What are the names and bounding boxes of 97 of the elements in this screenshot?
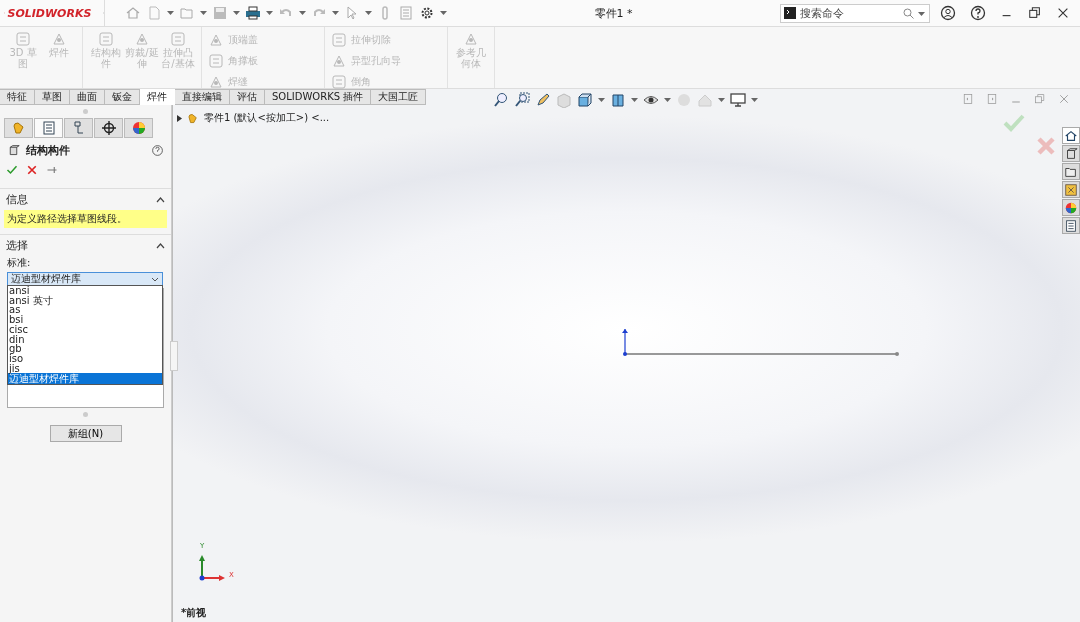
caret-icon[interactable] [200,11,207,15]
caret-icon[interactable] [332,11,339,15]
sketch-line[interactable] [621,329,901,359]
view-name: *前视 [181,606,207,620]
caret-icon[interactable] [299,11,306,15]
dropdown-option[interactable]: ansi [8,286,162,296]
dropdown-option[interactable]: din [8,334,162,345]
zoom-fit-icon[interactable] [493,92,509,108]
tile-right-icon[interactable] [986,93,998,105]
tool-icon [331,74,347,90]
tool-icon [208,32,224,48]
help-icon[interactable] [970,5,986,21]
dropdown-option[interactable]: bsi [8,315,162,325]
monitor-icon[interactable] [730,92,746,108]
home-icon [1064,128,1078,143]
tile-left-icon[interactable] [962,93,974,105]
cube-icon[interactable] [577,92,593,108]
dropdown-option[interactable]: 迈迪型材焊件库 [8,373,162,385]
tool-icon [51,31,67,47]
list-icon [40,120,57,136]
dropdown-option[interactable]: iso [8,353,162,364]
section-title: 选择 [6,238,28,253]
close-icon[interactable] [1056,6,1070,20]
beam-icon [7,144,20,157]
new-group-button[interactable]: 新组(N) [49,425,122,442]
tool-icon [134,31,150,47]
standard-dropdown[interactable]: 迈迪型材焊件库 [7,272,163,286]
search-icon[interactable] [903,7,914,19]
tool-icon [170,31,186,47]
palette-icon [1064,182,1078,197]
ribbon-tab[interactable]: 草图 [35,89,70,105]
part-icon [186,111,200,125]
panel-title: 结构构件 [26,143,71,158]
ribbon-tab[interactable]: 直接编辑 [175,89,230,105]
pin-icon[interactable] [46,164,58,176]
caret-icon[interactable] [167,11,174,15]
print-icon[interactable] [245,5,261,21]
list-icon [1064,218,1078,233]
section-title: 信息 [6,192,28,207]
color-wheel-icon [1064,200,1078,215]
dropdown-option[interactable]: jis [8,363,162,374]
panel-tab[interactable] [94,118,123,138]
caret-icon[interactable] [664,98,671,102]
settings-icon[interactable] [419,5,435,21]
color-wheel-icon [130,120,147,136]
app-logo: SOLIDWORKS [7,6,92,20]
dropdown-option[interactable]: ansi 英寸 [8,295,162,306]
tool-icon [208,74,224,90]
caret-icon[interactable] [365,11,372,15]
caret-icon[interactable] [631,98,638,102]
caret-icon[interactable] [598,98,605,102]
ok-check-icon[interactable] [6,164,18,176]
search-field[interactable]: 搜索命令 [780,3,930,23]
caret-icon[interactable] [440,11,447,15]
ribbon-tab[interactable]: SOLIDWORKS 插件 [265,89,372,105]
dropdown-option[interactable]: as [8,305,162,316]
caret-icon[interactable] [233,11,240,15]
task-pane-tab[interactable] [1062,217,1080,234]
pencil-icon[interactable] [535,92,551,108]
task-pane-tab[interactable] [1062,127,1080,144]
box-icon [1064,146,1078,161]
document-title: 零件1 * [593,5,634,21]
collapse-icon[interactable] [156,196,165,203]
collapse-icon[interactable] [156,242,165,249]
dropdown-option[interactable]: cisc [8,324,162,335]
restore-icon[interactable] [1028,6,1042,20]
ribbon-tab[interactable]: 评估 [230,89,265,105]
zoom-area-icon[interactable] [514,92,530,108]
tool-icon [331,53,347,69]
dropdown-option[interactable]: gb [8,344,162,354]
caret-icon[interactable] [266,11,273,15]
tree-item[interactable]: 零件1 (默认<按加工>) <... [204,111,330,125]
task-pane-tab[interactable] [1062,181,1080,198]
tool-icon [463,31,479,47]
chevron-icon [151,276,159,282]
tool-icon [331,32,347,48]
user-icon[interactable] [940,5,956,21]
ribbon-tab[interactable]: 大国工匠 [371,89,427,105]
info-message: 为定义路径选择草图线段。 [4,210,167,228]
field-label: 标准: [6,256,32,270]
tool-icon [15,31,31,47]
target-icon [100,120,117,136]
caret-icon[interactable] [718,98,725,102]
ribbon-tab[interactable]: 特征 [0,89,35,105]
caret-icon[interactable] [751,98,758,102]
task-pane-tab[interactable] [1062,145,1080,162]
panel-handle[interactable] [170,341,178,371]
ribbon-tab[interactable]: 钣金 [105,89,140,105]
cancel-icon[interactable] [26,164,38,176]
tool-icon [208,53,224,69]
ribbon-tab[interactable]: 曲面 [70,89,105,105]
tool-icon [98,31,114,47]
box-icon[interactable] [610,92,626,108]
ribbon-tab[interactable]: 焊件 [140,89,175,105]
confirm-check-icon[interactable] [1003,114,1025,132]
caret-icon[interactable] [918,11,925,16]
task-pane-tab[interactable] [1062,163,1080,180]
